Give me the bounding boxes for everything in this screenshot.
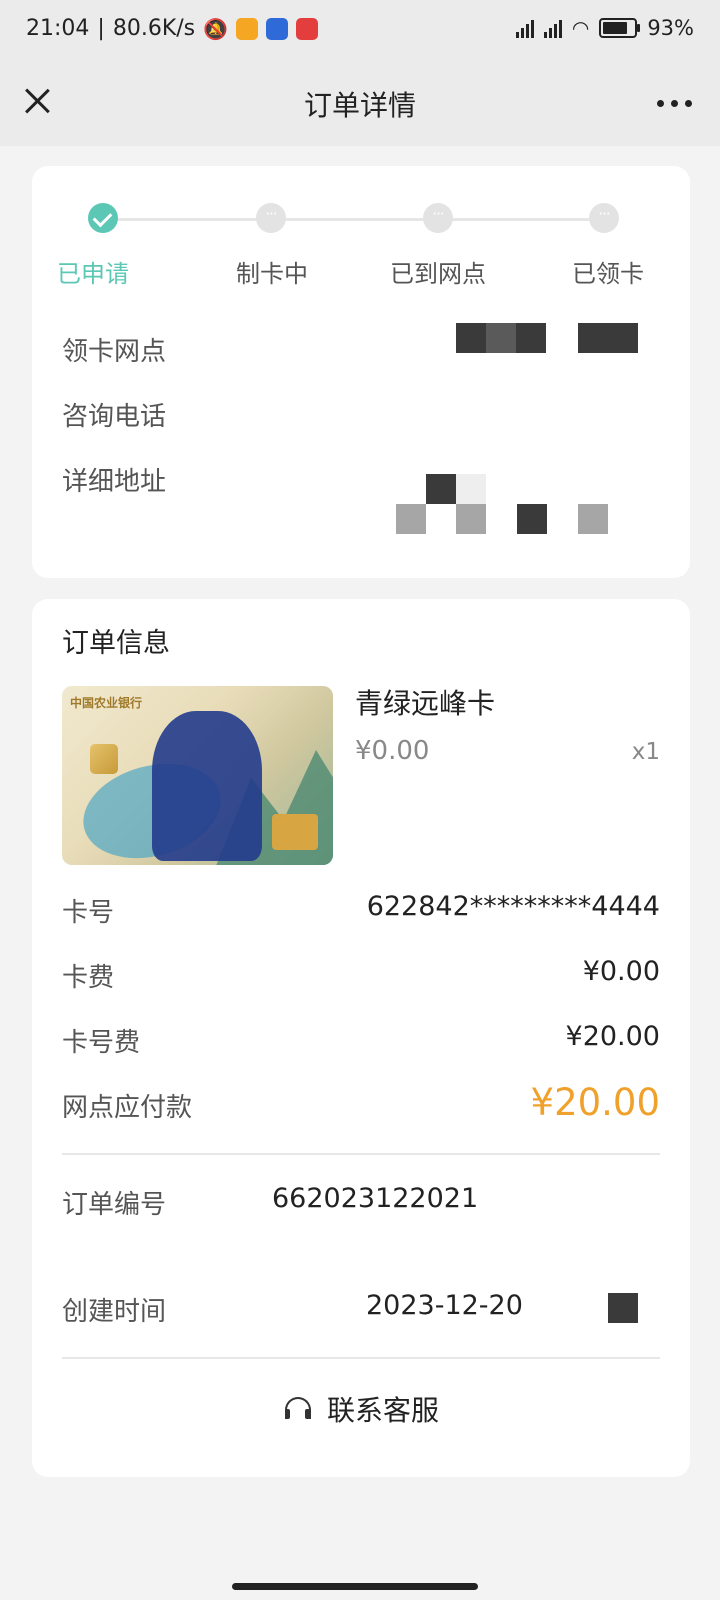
payable-label: 网点应付款: [62, 1093, 193, 1123]
contact-service-button[interactable]: 联系客服: [32, 1379, 690, 1439]
product-name: 青绿远峰卡: [355, 687, 496, 720]
card-number-label: 卡号: [62, 898, 115, 928]
redaction-mosaic: [456, 474, 486, 504]
nav-header: 订单详情: [0, 62, 720, 146]
home-indicator[interactable]: [232, 1583, 478, 1590]
step-label-collected: 已领卡: [572, 260, 644, 288]
battery-icon: [599, 18, 641, 38]
step-pending-icon: [423, 203, 453, 233]
card-fee-value: ¥0.00: [582, 956, 660, 987]
progress-card: 已申请 制卡中 已到网点 已领卡 领卡网点 咨询电话 详细地址: [32, 166, 690, 578]
product-quantity: x1: [631, 739, 660, 765]
number-fee-label: 卡号费: [62, 1028, 141, 1058]
step-label-making: 制卡中: [236, 260, 308, 288]
status-time: 21:04: [26, 16, 90, 41]
app-notification-icon: [266, 17, 289, 40]
redaction-mosaic: [517, 504, 547, 534]
order-no-value: 662023122021: [272, 1183, 479, 1214]
app-notification-icon: [236, 17, 259, 40]
signal-icon: [515, 18, 534, 38]
redaction-mosaic: [578, 504, 608, 534]
step-label-applied: 已申请: [57, 260, 129, 288]
redaction-mosaic: [578, 323, 608, 353]
redaction-mosaic: [396, 504, 426, 534]
product-price: ¥0.00: [355, 736, 430, 766]
redaction-mosaic: [486, 323, 516, 353]
section-title: 订单信息: [62, 628, 170, 659]
signal-icon: [543, 18, 562, 38]
unionpay-logo: [272, 814, 318, 850]
card-number-value: 622842*********4444: [366, 891, 660, 922]
order-no-label: 订单编号: [62, 1190, 167, 1220]
divider: [62, 1357, 660, 1359]
chip-icon: [90, 744, 118, 774]
created-label: 创建时间: [62, 1297, 167, 1327]
step-pending-icon: [589, 203, 619, 233]
redaction-mosaic: [426, 474, 456, 504]
address-label: 详细地址: [62, 467, 167, 497]
step-done-icon: [88, 203, 118, 233]
app-notification-icon: [296, 17, 319, 40]
created-time-value: 2023-12-20: [366, 1290, 523, 1321]
headset-icon: [283, 1395, 313, 1423]
mute-icon: 🔕: [203, 16, 229, 41]
redaction-mosaic: [516, 323, 546, 353]
redaction-mosaic: [608, 1293, 638, 1323]
progress-track: [117, 218, 607, 221]
redaction-mosaic: [608, 323, 638, 353]
card-fee-label: 卡费: [62, 963, 115, 993]
more-dots-icon[interactable]: [657, 100, 692, 107]
step-pending-icon: [256, 203, 286, 233]
branch-label: 领卡网点: [62, 337, 167, 367]
payable-value: ¥20.00: [530, 1081, 660, 1124]
status-bar: 21:04 | 80.6K/s 🔕 ◠ 93%: [0, 0, 720, 62]
bank-logo: 中国农业银行: [70, 696, 143, 710]
bank-card-image: 中国农业银行: [62, 686, 333, 865]
page-title: 订单详情: [303, 89, 416, 122]
contact-service-label: 联系客服: [326, 1394, 439, 1427]
status-left: 21:04 | 80.6K/s 🔕: [26, 16, 319, 41]
phone-label: 咨询电话: [62, 402, 167, 432]
order-info-card: 订单信息 中国农业银行 青绿远峰卡 ¥0.00 x1 卡号 622842****…: [32, 599, 690, 1477]
redaction-mosaic: [456, 504, 486, 534]
network-speed: 80.6K/s: [112, 16, 196, 41]
divider: [62, 1153, 660, 1155]
status-right: ◠ 93%: [515, 16, 694, 40]
wifi-icon: ◠: [571, 16, 590, 40]
number-fee-value: ¥20.00: [565, 1021, 660, 1052]
step-label-arrived: 已到网点: [390, 260, 486, 288]
battery-percent: 93%: [647, 16, 694, 40]
redaction-mosaic: [456, 323, 486, 353]
